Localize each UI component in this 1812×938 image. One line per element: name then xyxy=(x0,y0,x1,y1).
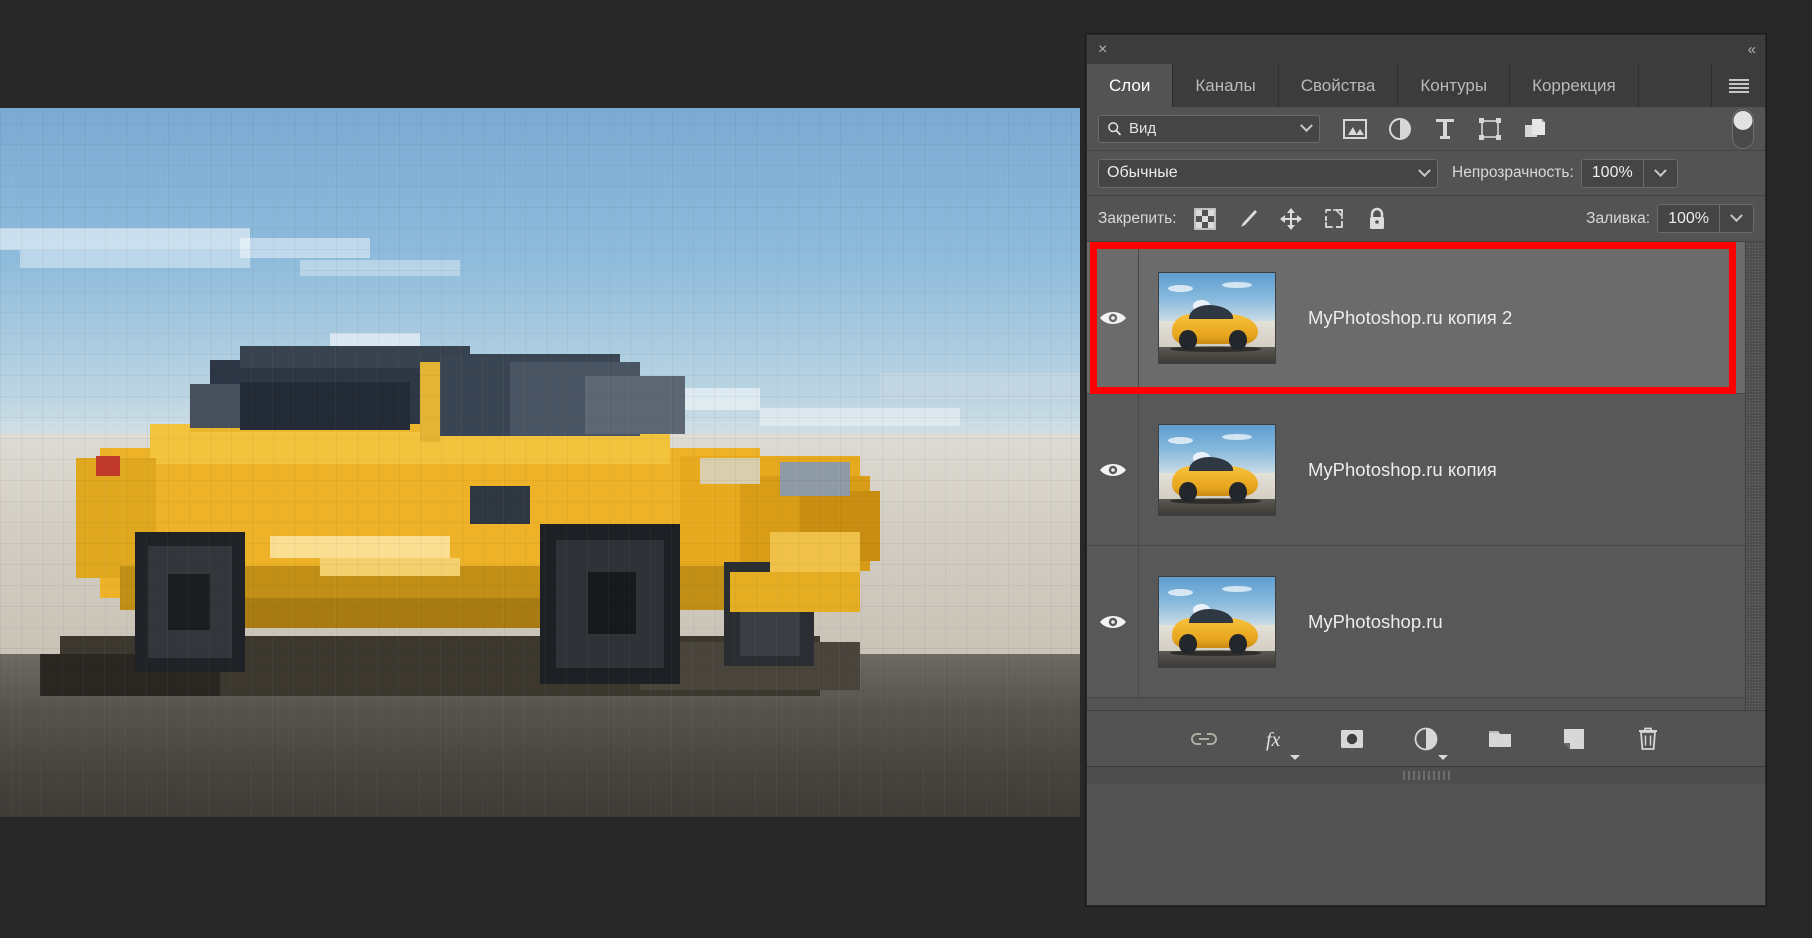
blend-mode-value: Обычные xyxy=(1107,164,1178,181)
cloud xyxy=(240,238,370,258)
chevron-down-icon xyxy=(1290,754,1300,760)
lock-artboard-nesting-icon[interactable] xyxy=(1322,207,1346,231)
tab-properties[interactable]: Свойства xyxy=(1278,64,1399,107)
filter-type-value: Вид xyxy=(1129,120,1157,137)
eye-icon xyxy=(1099,615,1126,628)
layer-thumbnail-cell[interactable] xyxy=(1139,394,1294,545)
tab-adjustments[interactable]: Коррекция xyxy=(1510,64,1639,107)
chevron-down-icon xyxy=(1653,163,1667,177)
chevron-down-icon xyxy=(1300,119,1313,133)
filter-pixel-layers-icon[interactable] xyxy=(1342,116,1368,142)
filter-type-select[interactable]: Вид xyxy=(1098,114,1320,143)
panel-resize-grip[interactable] xyxy=(1087,766,1765,784)
layer-thumbnail[interactable] xyxy=(1157,575,1276,668)
filter-shape-layers-icon[interactable] xyxy=(1477,116,1503,142)
lock-row[interactable]: Закрепить: Заливка: 100% xyxy=(1087,196,1765,242)
new-group-button[interactable] xyxy=(1485,724,1515,754)
folder-icon xyxy=(1489,730,1511,747)
blend-mode-select[interactable]: Обычные xyxy=(1098,158,1438,188)
lock-label: Закрепить: xyxy=(1098,209,1177,227)
delete-layer-button[interactable] xyxy=(1633,724,1663,754)
opacity-label: Непрозрачность: xyxy=(1452,164,1574,181)
layers-panel-bottom-toolbar[interactable]: fx xyxy=(1087,710,1765,766)
layer-name[interactable]: MyPhotoshop.ru копия xyxy=(1294,394,1765,545)
document-canvas[interactable] xyxy=(0,108,1080,817)
new-adjustment-layer-button[interactable] xyxy=(1411,724,1448,760)
lock-position-icon[interactable] xyxy=(1279,207,1303,231)
cloud xyxy=(20,250,250,268)
layer-visibility-toggle[interactable] xyxy=(1087,546,1139,697)
lock-transparent-pixels-icon[interactable] xyxy=(1193,207,1217,231)
lock-all-icon[interactable] xyxy=(1365,207,1389,231)
panel-menu-button[interactable] xyxy=(1711,64,1765,107)
layer-list[interactable]: MyPhotoshop.ru копия 2 MyPhotoshop.ru ко… xyxy=(1087,242,1765,710)
lock-image-pixels-icon[interactable] xyxy=(1236,207,1260,231)
layer-thumbnail-cell[interactable] xyxy=(1139,242,1294,393)
layer-name[interactable]: MyPhotoshop.ru xyxy=(1294,546,1765,697)
hamburger-menu-icon xyxy=(1728,78,1749,93)
layer-thumbnail[interactable] xyxy=(1157,271,1276,364)
adjustment-icon xyxy=(1414,727,1438,750)
panel-tabbar[interactable]: Слои Каналы Свойства Контуры Коррекция xyxy=(1087,64,1765,107)
blend-mode-row[interactable]: Обычные Непрозрачность: 100% xyxy=(1087,151,1765,196)
close-icon[interactable]: × xyxy=(1098,41,1107,58)
search-icon xyxy=(1108,122,1122,136)
layer-filter-row[interactable]: Вид xyxy=(1087,107,1765,151)
filter-adjustment-layers-icon[interactable] xyxy=(1387,116,1413,142)
lock-buttons[interactable] xyxy=(1193,207,1389,231)
eye-icon xyxy=(1099,463,1126,476)
fill-input[interactable]: 100% xyxy=(1657,204,1720,233)
add-layer-mask-button[interactable] xyxy=(1337,724,1367,754)
fx-icon: fx xyxy=(1266,729,1281,751)
filter-type-icons[interactable] xyxy=(1342,116,1548,142)
link-layers-button[interactable] xyxy=(1189,724,1219,754)
tab-channels[interactable]: Каналы xyxy=(1173,64,1279,107)
cloud xyxy=(0,228,250,250)
collapse-panel-icon[interactable]: « xyxy=(1748,42,1756,57)
grip-lines-icon xyxy=(1402,771,1450,780)
pixelated-car xyxy=(40,336,880,716)
tab-layers[interactable]: Слои xyxy=(1087,64,1174,107)
filter-type-layers-icon[interactable] xyxy=(1432,116,1458,142)
chevron-down-icon xyxy=(1438,754,1448,760)
layer-style-button[interactable]: fx xyxy=(1263,724,1300,760)
layers-panel[interactable]: × « Слои Каналы Свойства Контуры Коррекц… xyxy=(1086,34,1766,906)
layer-name[interactable]: MyPhotoshop.ru копия 2 xyxy=(1294,242,1765,393)
fill-label: Заливка: xyxy=(1586,209,1651,227)
chevron-down-icon xyxy=(1730,209,1743,223)
filter-smart-object-layers-icon[interactable] xyxy=(1522,116,1548,142)
layer-row[interactable]: MyPhotoshop.ru xyxy=(1087,546,1765,698)
svg-text:fx: fx xyxy=(1266,729,1281,751)
layer-thumbnail[interactable] xyxy=(1157,423,1276,516)
layer-visibility-toggle[interactable] xyxy=(1087,394,1139,545)
panel-titlebar: × « xyxy=(1087,35,1765,64)
layer-list-scrollbar[interactable] xyxy=(1745,242,1765,710)
toggle-knob xyxy=(1733,110,1753,130)
layer-row[interactable]: MyPhotoshop.ru копия xyxy=(1087,394,1765,546)
tab-paths[interactable]: Контуры xyxy=(1398,64,1511,107)
opacity-stepper[interactable] xyxy=(1643,158,1678,188)
chevron-down-icon xyxy=(1418,163,1431,177)
layer-thumbnail-cell[interactable] xyxy=(1139,546,1294,697)
cloud xyxy=(880,373,1080,399)
eye-icon xyxy=(1099,311,1126,324)
cloud xyxy=(300,260,460,276)
mask-icon xyxy=(1341,729,1363,748)
trash-icon xyxy=(1639,727,1657,750)
fill-stepper[interactable] xyxy=(1720,204,1754,233)
link-icon xyxy=(1191,732,1217,745)
opacity-input[interactable]: 100% xyxy=(1580,158,1644,188)
new-layer-button[interactable] xyxy=(1559,724,1589,754)
layer-visibility-toggle[interactable] xyxy=(1087,242,1139,393)
layer-row[interactable]: MyPhotoshop.ru копия 2 xyxy=(1087,242,1765,394)
new-layer-icon xyxy=(1564,728,1584,749)
filter-enable-toggle[interactable] xyxy=(1732,108,1754,149)
